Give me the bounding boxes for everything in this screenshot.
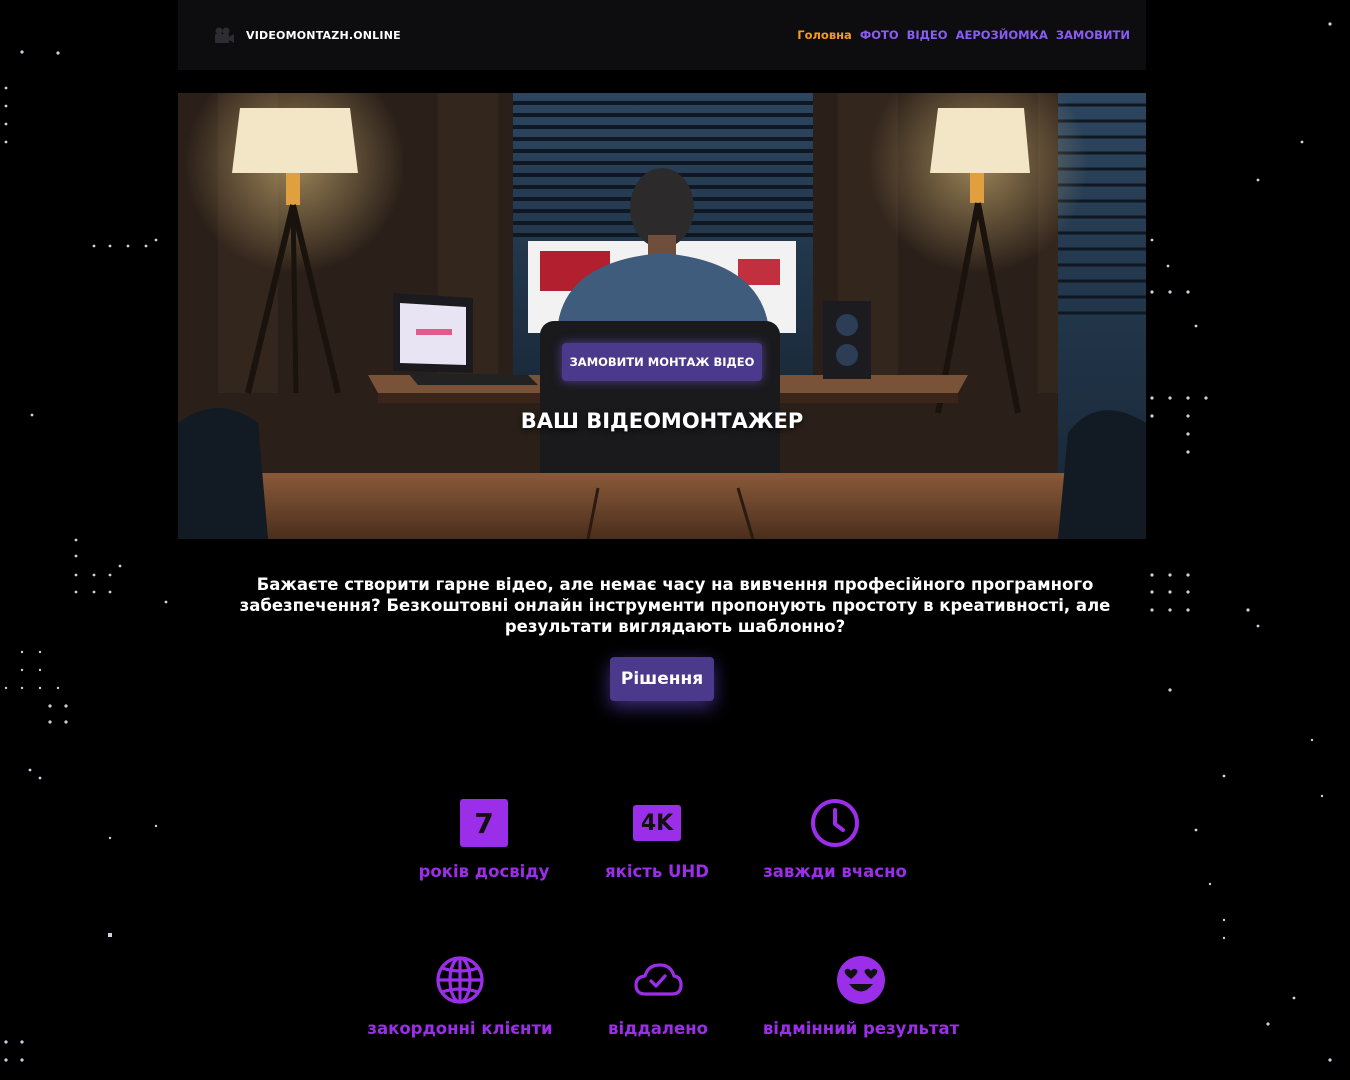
feature-foreign-clients: закордонні клієнти (367, 955, 553, 1038)
hero-banner: ЗАМОВИТИ МОНТАЖ ВІДЕО ВАШ ВІДЕОМОНТАЖЕР (178, 93, 1146, 539)
clock-icon (810, 798, 860, 848)
feature-label: віддалено (608, 1019, 708, 1038)
order-editing-button[interactable]: ЗАМОВИТИ МОНТАЖ ВІДЕО (562, 343, 762, 381)
feature-label: відмінний результат (762, 1019, 960, 1038)
feature-label: років досвіду (418, 862, 550, 881)
feature-on-time: завжди вчасно (763, 798, 907, 881)
site-header: VIDEOMONTAZH.ONLINE Головна ФОТО ВІДЕО А… (178, 0, 1146, 70)
number-7-badge: 7 (460, 799, 508, 847)
feature-experience: 7 років досвіду (418, 798, 550, 881)
hero-title: ВАШ ВІДЕОМОНТАЖЕР (520, 409, 804, 433)
solution-button[interactable]: Рішення (610, 657, 714, 701)
nav-item-aerial[interactable]: АЕРОЗЙОМКА (956, 28, 1048, 42)
feature-label: закордонні клієнти (367, 1019, 553, 1038)
feature-quality: 4K якість UHD (605, 798, 709, 881)
hero-image (178, 93, 1146, 539)
globe-icon (435, 955, 485, 1005)
intro-text: Бажаєте створити гарне відео, але немає … (239, 575, 1111, 636)
video-camera-icon (212, 24, 236, 46)
feature-remote: віддалено (608, 955, 708, 1038)
nav-item-order[interactable]: ЗАМОВИТИ (1056, 28, 1130, 42)
feature-label: завжди вчасно (763, 862, 907, 881)
feature-label: якість UHD (605, 862, 709, 881)
main-nav: Головна ФОТО ВІДЕО АЕРОЗЙОМКА ЗАМОВИТИ (797, 28, 1130, 42)
cloud-check-icon (633, 955, 683, 1005)
site-name: VIDEOMONTAZH.ONLINE (246, 28, 401, 42)
site-logo[interactable]: VIDEOMONTAZH.ONLINE (212, 24, 401, 46)
feature-great-result: відмінний результат (762, 955, 960, 1038)
nav-item-photo[interactable]: ФОТО (860, 28, 899, 42)
nav-item-video[interactable]: ВІДЕО (907, 28, 948, 42)
4k-badge: 4K (633, 805, 681, 841)
smile-hearts-icon (836, 955, 886, 1005)
nav-item-home[interactable]: Головна (797, 28, 852, 42)
